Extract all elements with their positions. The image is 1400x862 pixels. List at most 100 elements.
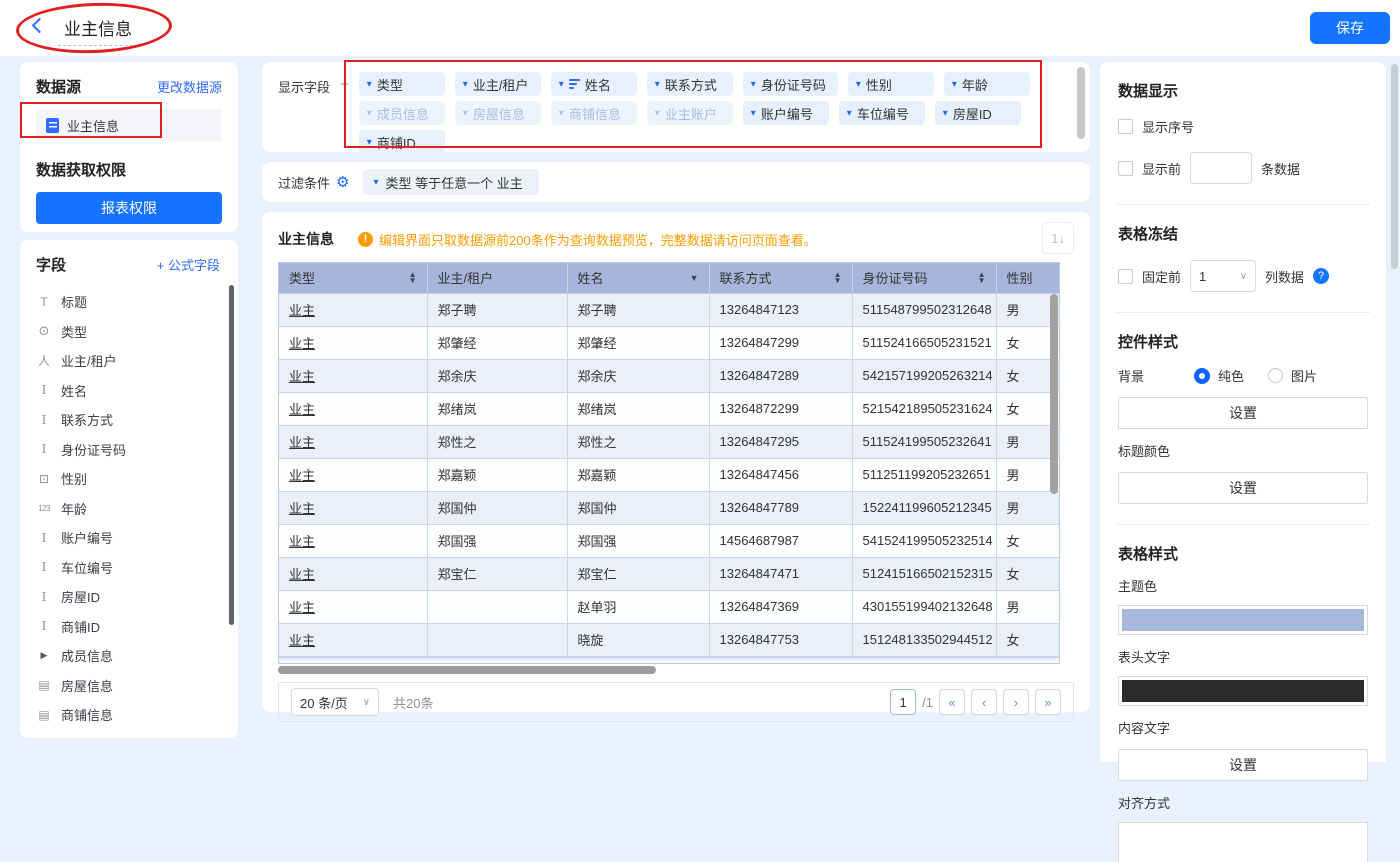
field-list-item[interactable]: I 车位编号	[36, 553, 228, 583]
field-chip[interactable]: ▾ 业主/租户	[455, 72, 541, 96]
page-scrollbar[interactable]	[1391, 64, 1398, 269]
next-page-button[interactable]: ›	[1003, 689, 1029, 715]
radio-on-icon	[1194, 368, 1210, 384]
field-chip[interactable]: ▾ 身份证号码	[743, 72, 838, 96]
report-permission-button[interactable]: 报表权限	[36, 192, 222, 224]
field-list-item[interactable]: ⊡ 性别	[36, 464, 228, 494]
table-row[interactable]: 业主 郑国仲 郑国仲 13264847789 15224119960521234…	[279, 491, 1060, 524]
column-header[interactable]: 身份证号码 ▲▼	[852, 263, 996, 293]
first-page-button[interactable]: «	[939, 689, 965, 715]
field-list-item[interactable]: ▤ 商铺信息	[36, 700, 228, 730]
add-formula-field-link[interactable]: + 公式字段	[157, 255, 220, 274]
show-index-checkbox[interactable]	[1118, 119, 1133, 134]
title-color-set-button[interactable]: 设置	[1118, 472, 1368, 504]
gear-icon[interactable]: ⚙	[336, 173, 349, 191]
sort-tool-button[interactable]: 1↓	[1042, 222, 1074, 254]
cell-phone: 13264847289	[709, 359, 852, 392]
field-chip-label: 业主/租户	[473, 75, 529, 94]
field-list-item[interactable]: I 联系方式	[36, 405, 228, 435]
table-row[interactable]: 业主 郑肇经 郑肇经 13264847299 51152416650523152…	[279, 326, 1060, 359]
image-radio[interactable]: 图片	[1268, 366, 1317, 385]
save-button[interactable]: 保存	[1310, 12, 1390, 44]
show-first-count-input[interactable]	[1190, 152, 1252, 184]
table-row[interactable]: 业主 郑绪岚 郑绪岚 13264872299 52154218950523162…	[279, 392, 1060, 425]
table-row[interactable]: 业主 郑嘉颖 郑嘉颖 13264847456 51125119920523265…	[279, 458, 1060, 491]
field-chip[interactable]: ▾ 车位编号	[839, 101, 925, 125]
last-page-button[interactable]: »	[1035, 689, 1061, 715]
field-list-item[interactable]: ▶ 成员信息	[36, 641, 228, 671]
field-list-item[interactable]: I 商铺ID	[36, 612, 228, 642]
field-chip[interactable]: ▾ 类型	[359, 72, 445, 96]
field-chip[interactable]: ▾ 联系方式	[647, 72, 733, 96]
column-sort-icon[interactable]: ▲▼	[834, 272, 842, 284]
column-sort-icon[interactable]: ▼	[690, 273, 699, 283]
back-icon[interactable]	[32, 18, 48, 34]
header-text-swatch[interactable]	[1118, 676, 1368, 706]
show-first-checkbox[interactable]	[1118, 161, 1133, 176]
show-first-unit: 条数据	[1261, 159, 1300, 178]
field-list-item[interactable]: I 姓名	[36, 376, 228, 406]
cell-idcard: 541524199505232514	[852, 524, 996, 557]
field-chip[interactable]: ▾ 商铺信息	[551, 101, 637, 125]
table-row[interactable]: 业主 郑国强 郑国强 14564687987 54152419950523251…	[279, 524, 1060, 557]
change-datasource-link[interactable]: 更改数据源	[157, 77, 222, 96]
align-control[interactable]	[1118, 822, 1368, 862]
datasource-item[interactable]: 业主信息	[36, 109, 222, 141]
cell-type: 业主	[279, 623, 427, 656]
field-list-item[interactable]: I 账户编号	[36, 523, 228, 553]
field-list-item[interactable]: I 身份证号码	[36, 435, 228, 465]
table-row[interactable]: 业主 郑性之 郑性之 13264847295 51152419950523264…	[279, 425, 1060, 458]
solid-color-radio[interactable]: 纯色	[1194, 366, 1244, 385]
field-list-item[interactable]: 123 年龄	[36, 494, 228, 524]
column-header[interactable]: 姓名 ▼	[567, 263, 709, 293]
prev-page-button[interactable]: ‹	[971, 689, 997, 715]
column-sort-icon[interactable]: ▲▼	[409, 272, 417, 284]
field-list-item[interactable]: I 房屋ID	[36, 582, 228, 612]
field-chip[interactable]: ▾ 姓名	[551, 72, 637, 96]
field-list-item[interactable]: T 标题	[36, 287, 228, 317]
add-display-field-button[interactable]: +	[340, 72, 349, 154]
field-type-icon: I	[36, 590, 52, 604]
column-header[interactable]: 性别	[996, 263, 1060, 293]
background-set-button[interactable]: 设置	[1118, 397, 1368, 429]
column-sort-icon[interactable]: ▲▼	[978, 272, 986, 284]
table-vertical-scrollbar[interactable]	[1050, 294, 1058, 494]
current-page-input[interactable]: 1	[890, 689, 916, 715]
field-chip[interactable]: ▾ 业主账户	[647, 101, 733, 125]
theme-color-swatch[interactable]	[1118, 605, 1368, 635]
field-chip[interactable]: ▾ 房屋ID	[935, 101, 1021, 125]
filter-condition-chip[interactable]: ▾ 类型 等于任意一个 业主	[363, 169, 538, 195]
table-row[interactable]: 业主 晓旋 13264847753 151248133502944512 女	[279, 623, 1060, 656]
field-list-item[interactable]: 人 业主/租户	[36, 346, 228, 376]
freeze-count-select[interactable]: 1 ∨	[1190, 260, 1256, 292]
table-row[interactable]: 业主 郑余庆 郑余庆 13264847289 54215719920526321…	[279, 359, 1060, 392]
field-list-item[interactable]: ▤ 房屋信息	[36, 671, 228, 701]
cell-tenant: 郑子聘	[427, 293, 567, 326]
field-chip[interactable]: ▾ 性别	[848, 72, 934, 96]
table-row[interactable]: 业主 郑子聘 郑子聘 13264847123 51154879950231264…	[279, 293, 1060, 326]
display-fields-scrollbar[interactable]	[1077, 67, 1085, 139]
cell-type: 业主	[279, 590, 427, 623]
column-header[interactable]: 联系方式 ▲▼	[709, 263, 852, 293]
field-chip[interactable]: ▾ 商铺ID	[359, 130, 445, 154]
content-text-set-button[interactable]: 设置	[1118, 749, 1368, 781]
page-size-select[interactable]: 20 条/页 ∨	[291, 688, 379, 716]
cell-gender: 女	[996, 557, 1060, 590]
cell-name: 郑嘉颖	[567, 458, 709, 491]
field-chip[interactable]: ▾ 年龄	[944, 72, 1030, 96]
field-chip[interactable]: ▾ 成员信息	[359, 101, 445, 125]
field-chip[interactable]: ▾ 房屋信息	[455, 101, 541, 125]
field-list-item[interactable]: ⊙ 类型	[36, 317, 228, 347]
freeze-checkbox[interactable]	[1118, 269, 1133, 284]
chevron-down-icon: ∨	[363, 697, 370, 708]
field-label: 类型	[61, 322, 87, 341]
help-icon[interactable]: ?	[1313, 268, 1329, 284]
table-horizontal-scrollbar[interactable]	[278, 666, 1060, 674]
table-row[interactable]: 业主 赵单羽 13264847369 430155199402132648 男	[279, 590, 1060, 623]
table-row[interactable]: 业主 郑宝仁 郑宝仁 13264847471 51241516650215231…	[279, 557, 1060, 590]
fields-scrollbar[interactable]	[229, 285, 234, 625]
field-chip[interactable]: ▾ 账户编号	[743, 101, 829, 125]
column-header[interactable]: 业主/租户	[427, 263, 567, 293]
page-title[interactable]: 业主信息	[58, 15, 138, 46]
column-header[interactable]: 类型 ▲▼	[279, 263, 427, 293]
